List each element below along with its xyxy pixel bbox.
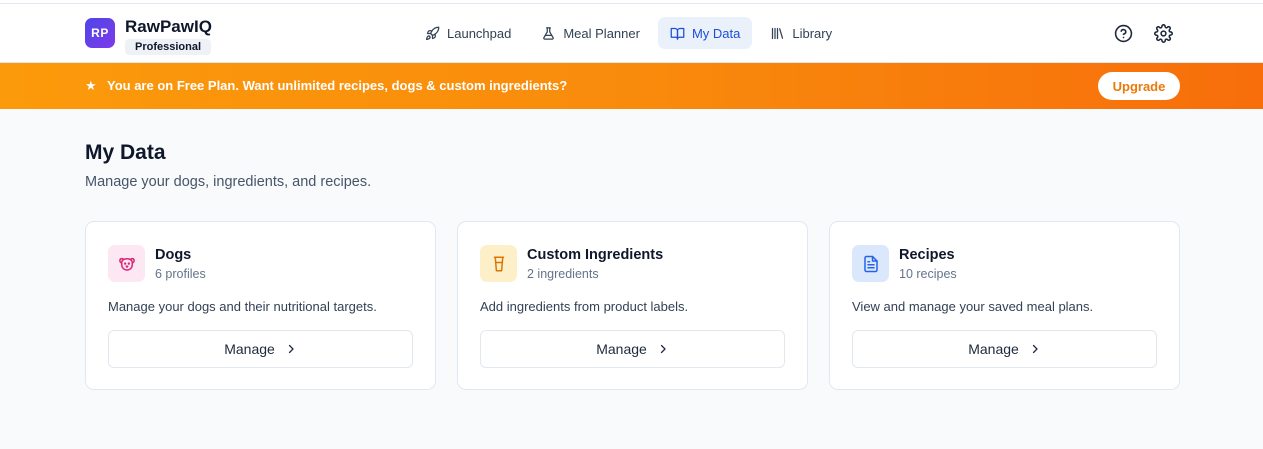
card-recipes: Recipes 10 recipes View and manage your … (829, 221, 1180, 390)
card-custom-ingredients: Custom Ingredients 2 ingredients Add ing… (457, 221, 808, 390)
nav-label-my-data: My Data (691, 25, 741, 41)
nav-library[interactable]: Library (758, 17, 844, 49)
card-count: 6 profiles (155, 267, 206, 281)
book-open-icon (670, 27, 685, 40)
brand[interactable]: RP RawPawIQ Professional (85, 17, 212, 55)
plan-banner: ★ You are on Free Plan. Want unlimited r… (0, 63, 1263, 109)
gear-icon (1153, 23, 1173, 43)
top-navbar: RP RawPawIQ Professional Launchpad Meal … (0, 4, 1263, 63)
help-icon (1114, 24, 1132, 42)
card-title: Custom Ingredients (527, 247, 664, 263)
card-title: Recipes (899, 247, 955, 263)
file-text-icon (863, 255, 878, 272)
card-icon-container (480, 245, 517, 282)
header-actions (1113, 23, 1193, 43)
page-subtitle: Manage your dogs, ingredients, and recip… (85, 174, 372, 190)
star-icon: ★ (85, 78, 97, 93)
card-description: Manage your dogs and their nutritional t… (108, 299, 377, 314)
banner-text: You are on Free Plan. Want unlimited rec… (107, 78, 568, 93)
cup-icon (493, 256, 504, 271)
brand-logo: RP (85, 18, 115, 48)
settings-button[interactable] (1153, 23, 1173, 43)
nav-meal-planner[interactable]: Meal Planner (529, 17, 652, 49)
manage-dogs-button[interactable]: Manage (108, 330, 413, 368)
button-label: Manage (224, 341, 275, 357)
help-button[interactable] (1113, 23, 1133, 43)
flask-icon (543, 26, 555, 40)
brand-name: RawPawIQ (125, 17, 212, 36)
page-title: My Data (85, 141, 166, 164)
nav-label-library: Library (792, 25, 833, 41)
card-count: 2 ingredients (527, 267, 599, 281)
chevron-right-icon (660, 344, 666, 354)
plan-badge: Professional (125, 39, 212, 55)
card-icon-container (852, 245, 889, 282)
card-description: Add ingredients from product labels. (480, 299, 689, 314)
brand-text: RawPawIQ Professional (125, 17, 212, 55)
library-icon (772, 27, 784, 39)
button-label: Manage (596, 341, 647, 357)
chevron-right-icon (1032, 344, 1038, 354)
dog-icon (118, 257, 135, 271)
chevron-right-icon (288, 344, 294, 354)
nav-my-data[interactable]: My Data (657, 17, 753, 49)
main-nav: Launchpad Meal Planner My Data Library (413, 17, 850, 49)
card-dogs: Dogs 6 profiles Manage your dogs and the… (85, 221, 436, 390)
card-icon-container (108, 245, 145, 282)
card-count: 10 recipes (899, 267, 957, 281)
nav-label-launchpad: Launchpad (447, 25, 512, 41)
card-title: Dogs (155, 247, 192, 263)
manage-recipes-button[interactable]: Manage (852, 330, 1157, 368)
manage-ingredients-button[interactable]: Manage (480, 330, 785, 368)
upgrade-button[interactable]: Upgrade (1098, 72, 1180, 100)
rocket-icon (425, 26, 440, 40)
nav-label-meal-planner: Meal Planner (563, 25, 640, 41)
card-description: View and manage your saved meal plans. (852, 299, 1094, 314)
button-label: Manage (968, 341, 1019, 357)
nav-launchpad[interactable]: Launchpad (413, 17, 523, 49)
